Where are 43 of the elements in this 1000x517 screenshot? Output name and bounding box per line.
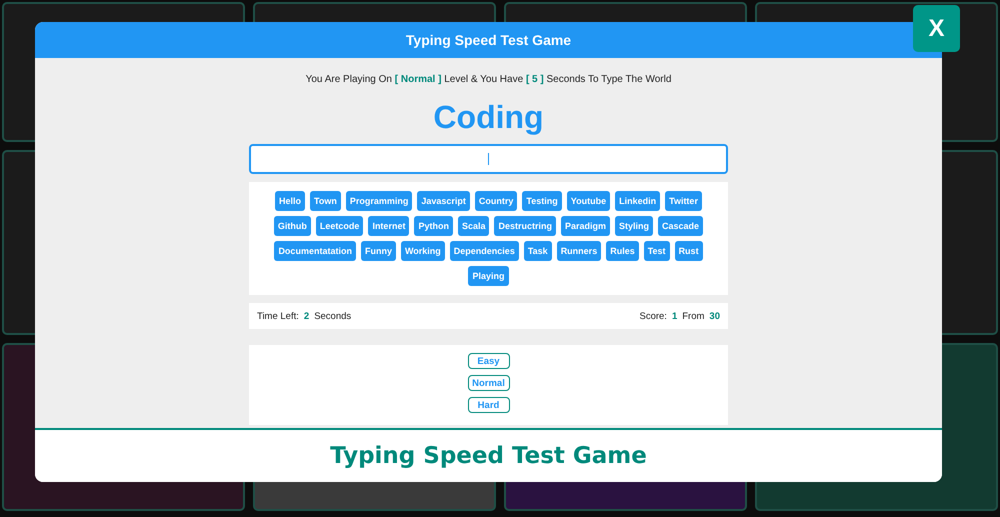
level-button[interactable]: Normal — [468, 375, 510, 391]
footer-title: Typing Speed Test Game — [330, 443, 647, 469]
word-tag: Leetcode — [316, 216, 364, 236]
level-button[interactable]: Hard — [468, 397, 510, 413]
word-tag: Cascade — [658, 216, 704, 236]
word-tag: Youtube — [566, 191, 610, 211]
word-tag: Rust — [674, 241, 703, 261]
level-button[interactable]: Easy — [468, 353, 510, 369]
word-tag: Documentatation — [274, 241, 356, 261]
time-left-label: Time Left: — [257, 310, 299, 322]
word-tag: Paradigm — [561, 216, 610, 236]
word-tag: Destructring — [494, 216, 556, 236]
word-tag: Styling — [615, 216, 654, 236]
score-total: 30 — [709, 310, 720, 322]
word-tag: Twitter — [665, 191, 702, 211]
game-message: You Are Playing On [ Normal ] Level & You Have [ 5 ] Seconds To Type The World — [304, 74, 672, 85]
word-tag: Task — [524, 241, 552, 261]
word-tag: Working — [400, 241, 445, 261]
score-from-label: From — [682, 310, 704, 322]
word-tag: Linkedin — [615, 191, 660, 211]
word-tag: Funny — [360, 241, 396, 261]
word-tag: Country — [474, 191, 518, 211]
word-tag: Hello — [275, 191, 306, 211]
word-tag: Scala — [458, 216, 490, 236]
word-tag: Test — [644, 241, 670, 261]
current-word: Coding — [432, 101, 545, 133]
score-value: 1 — [672, 310, 678, 322]
word-tag: Python — [414, 216, 453, 236]
word-tag: Testing — [522, 191, 562, 211]
close-button[interactable]: X — [913, 5, 960, 52]
word-tag: Programming — [346, 191, 412, 211]
word-tag: Rules — [606, 241, 639, 261]
typing-input-field[interactable] — [249, 144, 728, 174]
time-unit-label: Seconds — [314, 310, 352, 322]
word-tag: Runners — [556, 241, 602, 261]
word-tag: Playing — [468, 266, 508, 286]
word-tag: Dependencies — [450, 241, 519, 261]
time-left-value: 2 — [304, 310, 310, 322]
word-tag: Javascript — [417, 191, 470, 211]
word-tag: Town — [310, 191, 341, 211]
score-label: Score: — [639, 310, 667, 322]
word-tag: Github — [274, 216, 311, 236]
word-tag: Internet — [368, 216, 410, 236]
